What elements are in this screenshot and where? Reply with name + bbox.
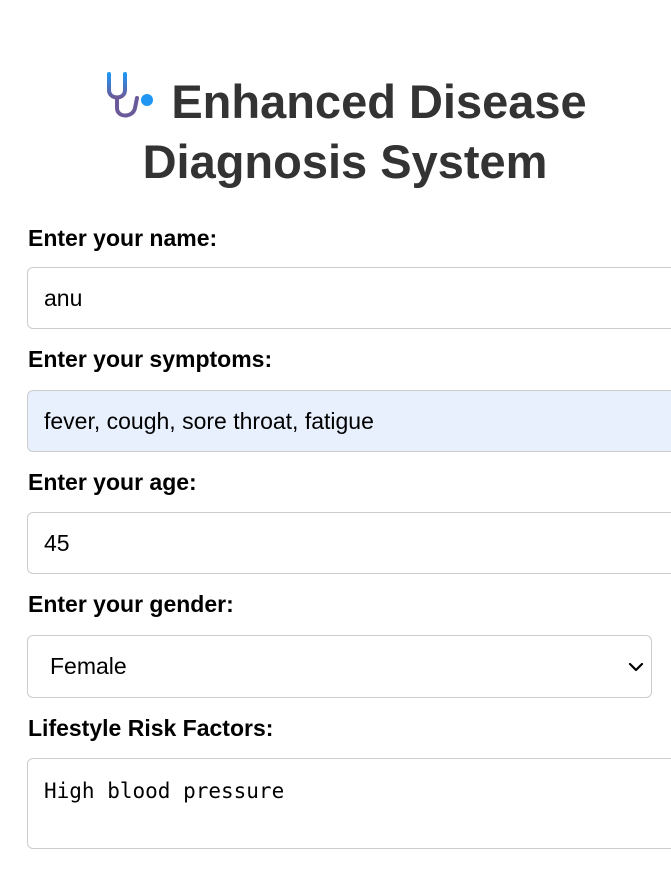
gender-select-value: Female [50,653,127,679]
page-title-text: Enhanced Disease Diagnosis System [142,75,587,188]
diagnosis-form-page: Enhanced Disease Diagnosis System Enter … [0,0,671,884]
age-label: Enter your age: [28,469,197,495]
name-label: Enter your name: [28,225,218,251]
name-input-value: anu [44,284,83,311]
symptoms-label: Enter your symptoms: [28,346,273,372]
name-input[interactable]: anu [27,267,671,329]
gender-label: Enter your gender: [28,591,234,617]
symptoms-input-value: fever, cough, sore throat, fatigue [44,407,374,434]
chevron-down-icon [625,656,647,678]
age-input[interactable]: 45 [27,512,671,574]
lifestyle-textarea-value: High blood pressure [44,779,285,803]
gender-select[interactable]: Female [27,635,652,698]
lifestyle-textarea[interactable]: High blood pressure [27,758,671,849]
page-title: Enhanced Disease Diagnosis System [0,70,671,192]
lifestyle-label: Lifestyle Risk Factors: [28,715,274,741]
symptoms-input[interactable]: fever, cough, sore throat, fatigue [27,390,671,452]
age-input-value: 45 [44,529,70,556]
stethoscope-icon [103,70,159,122]
